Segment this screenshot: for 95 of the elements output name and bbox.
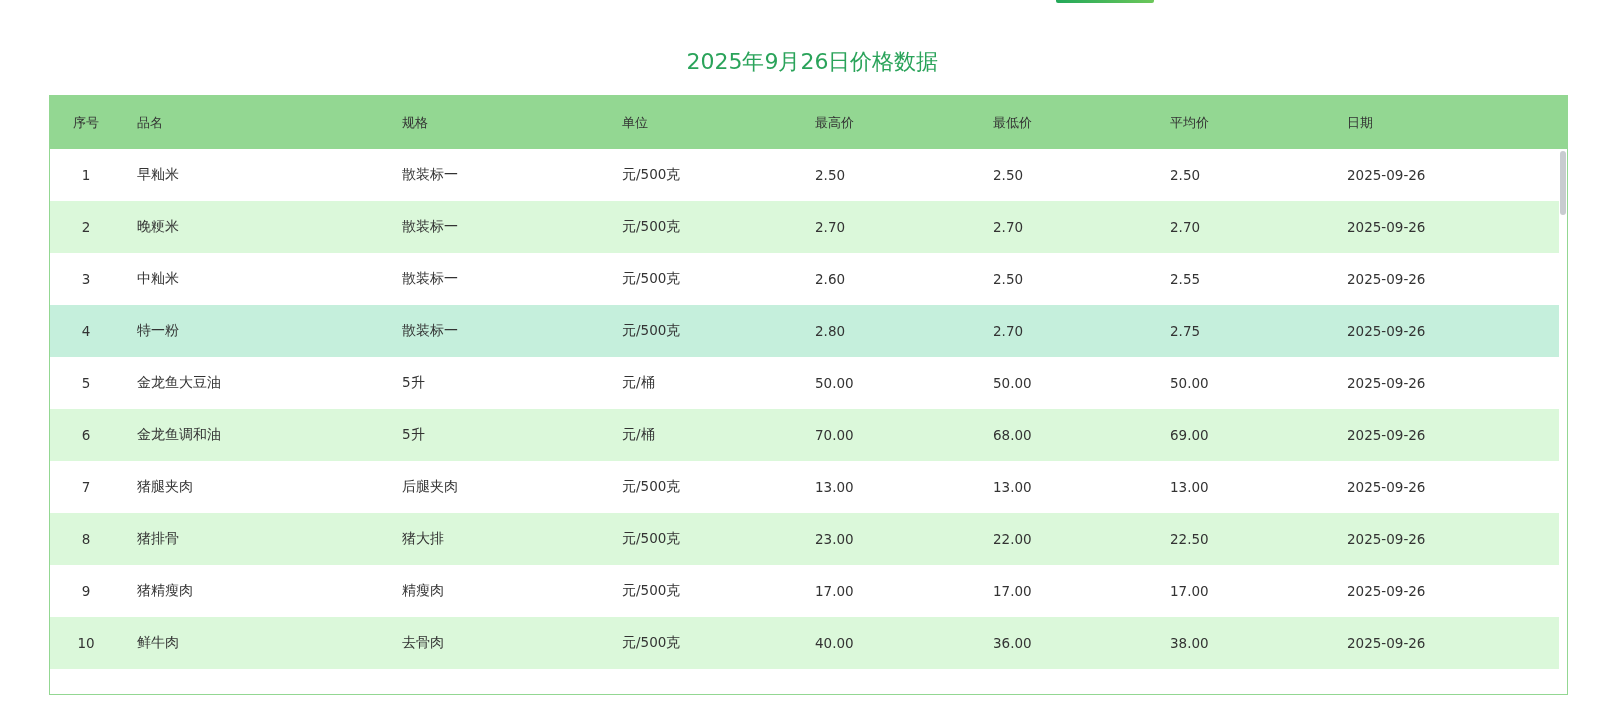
table-cell-text: 38.00 xyxy=(1169,635,1210,651)
table-cell-text: 2.70 xyxy=(992,323,1025,339)
table-cell-text: 猪大排 xyxy=(401,530,445,548)
table-cell-text: 散装标一 xyxy=(401,166,459,184)
table-cell-text: 散装标一 xyxy=(401,218,459,236)
table-cell-text: 22.00 xyxy=(992,531,1033,547)
table-cell-text: 元/桶 xyxy=(621,426,656,444)
table-cell-text: 早籼米 xyxy=(136,166,180,184)
column-header: 日期 xyxy=(1346,113,1374,132)
table-cell-text: 猪精瘦肉 xyxy=(136,582,194,600)
table-cell-text: 2025-09-26 xyxy=(1346,479,1427,495)
table-cell-text: 2025-09-26 xyxy=(1346,583,1427,599)
column-header: 单位 xyxy=(621,113,649,132)
table-cell-text: 68.00 xyxy=(992,427,1033,443)
scrollbar-thumb[interactable] xyxy=(1560,151,1566,215)
table-cell-text: 金龙鱼大豆油 xyxy=(136,374,222,392)
table-cell-text: 2.50 xyxy=(992,271,1025,287)
table-cell-text: 金龙鱼调和油 xyxy=(136,426,222,444)
page-title: 2025年9月26日价格数据 xyxy=(686,48,939,76)
table-cell-text: 2.55 xyxy=(1169,271,1202,287)
table-row[interactable]: 6 金龙鱼调和油 5升 元/桶 70.00 68.00 69.00 2025-09-26 xyxy=(50,409,1559,461)
table-cell-text: 2.50 xyxy=(814,167,847,183)
table-cell-text: 17.00 xyxy=(814,583,855,599)
table-cell-text: 69.00 xyxy=(1169,427,1210,443)
table-cell-text: 6 xyxy=(80,427,92,443)
table-cell-text: 猪排骨 xyxy=(136,530,180,548)
column-header: 序号 xyxy=(72,113,100,132)
table-cell-text: 2.75 xyxy=(1169,323,1202,339)
table-row[interactable]: 8 猪排骨 猪大排 元/500克 23.00 22.00 22.50 2025-09-26 xyxy=(50,513,1559,565)
table-cell-text: 40.00 xyxy=(814,635,855,651)
table-cell-text: 元/500克 xyxy=(621,218,682,236)
table-cell-text: 2025-09-26 xyxy=(1346,323,1427,339)
table-cell-text: 2025-09-26 xyxy=(1346,219,1427,235)
table-cell-text: 8 xyxy=(80,531,92,547)
table-cell-text: 13.00 xyxy=(814,479,855,495)
table-cell-text: 元/桶 xyxy=(621,374,656,392)
table-cell-text: 2025-09-26 xyxy=(1346,635,1427,651)
table-cell-text: 猪腿夹肉 xyxy=(136,478,194,496)
table-cell-text: 22.50 xyxy=(1169,531,1210,547)
table-cell-text: 晚粳米 xyxy=(136,218,180,236)
table-cell-text: 50.00 xyxy=(992,375,1033,391)
column-header: 规格 xyxy=(401,113,429,132)
table-cell-text: 13.00 xyxy=(992,479,1033,495)
table-cell-text: 2.70 xyxy=(992,219,1025,235)
table-cell-text: 2025-09-26 xyxy=(1346,531,1427,547)
table-cell-text: 5 xyxy=(80,375,92,391)
table-cell-text: 精瘦肉 xyxy=(401,582,445,600)
table-cell-text: 元/500克 xyxy=(621,270,682,288)
table-cell-text: 10 xyxy=(76,635,96,651)
table-cell-text: 2025-09-26 xyxy=(1346,271,1427,287)
column-header: 平均价 xyxy=(1169,113,1210,132)
table-cell-text: 后腿夹肉 xyxy=(401,478,459,496)
table-cell-text: 元/500克 xyxy=(621,582,682,600)
column-header: 品名 xyxy=(136,113,164,132)
table-cell-text: 元/500克 xyxy=(621,166,682,184)
table-cell-text: 7 xyxy=(80,479,92,495)
table-cell-text: 1 xyxy=(80,167,92,183)
table-row[interactable]: 2 晚粳米 散装标一 元/500克 2.70 2.70 2.70 2025-09-26 xyxy=(50,201,1559,253)
table-cell-text: 2025-09-26 xyxy=(1346,167,1427,183)
table-cell-text: 鲜牛肉 xyxy=(136,634,180,652)
table-cell-text: 2.50 xyxy=(992,167,1025,183)
table-cell-text: 17.00 xyxy=(992,583,1033,599)
table-cell-text: 中籼米 xyxy=(136,270,180,288)
table-cell-text: 2.50 xyxy=(1169,167,1202,183)
table-cell-text: 散装标一 xyxy=(401,270,459,288)
table-cell-text: 2.80 xyxy=(814,323,847,339)
table-cell-text: 17.00 xyxy=(1169,583,1210,599)
table-cell-text: 5升 xyxy=(401,426,426,444)
table-cell-text: 2.70 xyxy=(814,219,847,235)
table-cell-text: 去骨肉 xyxy=(401,634,445,652)
table-cell-text: 2 xyxy=(80,219,92,235)
table-cell-text: 4 xyxy=(80,323,92,339)
table-cell-text: 36.00 xyxy=(992,635,1033,651)
table-row[interactable]: 10 鲜牛肉 去骨肉 元/500克 40.00 36.00 38.00 2025-09-26 xyxy=(50,617,1559,669)
table-cell-text: 元/500克 xyxy=(621,478,682,496)
table-cell-text: 元/500克 xyxy=(621,634,682,652)
table-cell-text: 70.00 xyxy=(814,427,855,443)
table-cell-text: 9 xyxy=(80,583,92,599)
table-cell-text: 特一粉 xyxy=(136,322,180,340)
column-header: 最高价 xyxy=(814,113,855,132)
table-cell-text: 50.00 xyxy=(814,375,855,391)
table-cell-text: 元/500克 xyxy=(621,322,682,340)
column-header: 最低价 xyxy=(992,113,1033,132)
table-cell-text: 2025-09-26 xyxy=(1346,375,1427,391)
table-cell-text: 5升 xyxy=(401,374,426,392)
table-cell-text: 2.60 xyxy=(814,271,847,287)
table-cell-text: 2.70 xyxy=(1169,219,1202,235)
table-cell-text: 元/500克 xyxy=(621,530,682,548)
table-cell-text: 13.00 xyxy=(1169,479,1210,495)
table-cell-text: 散装标一 xyxy=(401,322,459,340)
table-cell-text: 3 xyxy=(80,271,92,287)
table-cell-text: 2025-09-26 xyxy=(1346,427,1427,443)
table-cell-text: 50.00 xyxy=(1169,375,1210,391)
table-row[interactable]: 4 特一粉 散装标一 元/500克 2.80 2.70 2.75 2025-09-26 xyxy=(50,305,1559,357)
table-cell-text: 23.00 xyxy=(814,531,855,547)
